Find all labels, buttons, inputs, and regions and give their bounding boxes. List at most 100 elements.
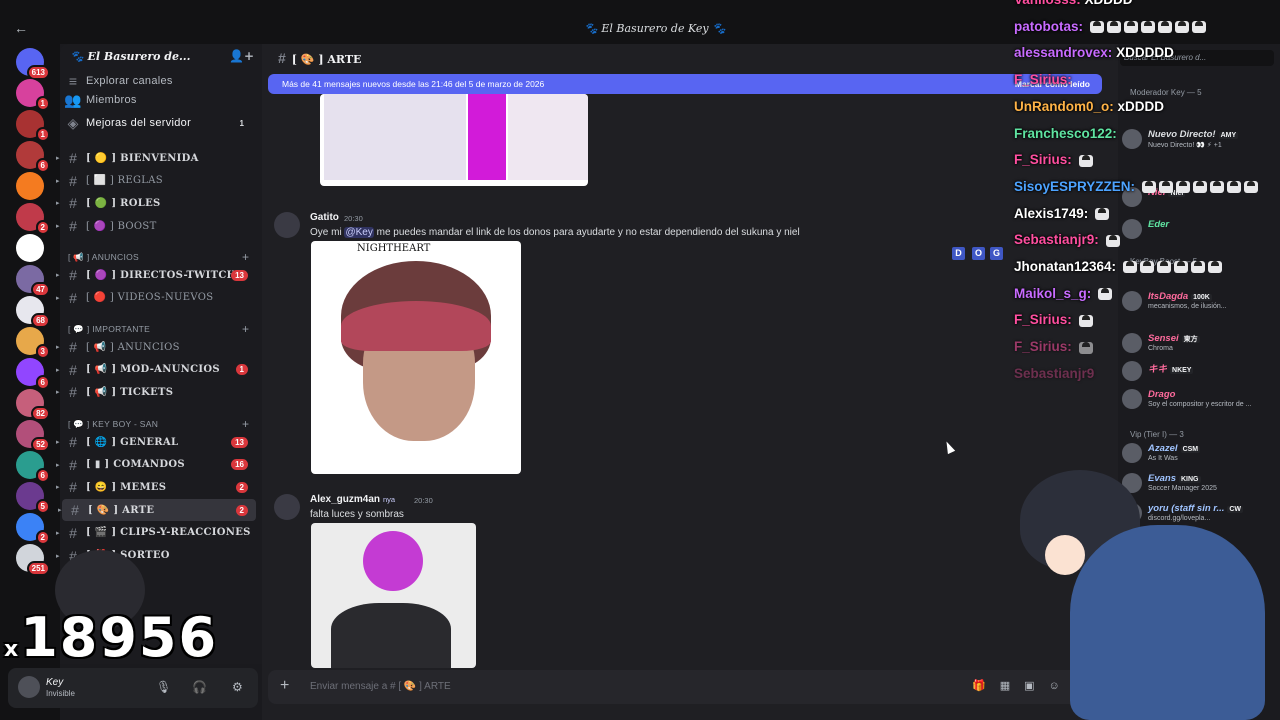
message-author[interactable]: Gatito (310, 212, 339, 223)
caret-icon: ▸ (56, 552, 60, 560)
member-tag: KING (1179, 476, 1201, 483)
message-input[interactable]: Enviar mensaje a # [ 🎨 ] ARTE (310, 681, 451, 692)
member-status: discord.gg/lovepla... (1148, 515, 1211, 522)
chat-area: # [ 🎨 ] ARTE Más de 41 mensajes nuevos de… (262, 44, 1120, 720)
channel-label: [ 🎨 ] ARTE (88, 504, 155, 516)
category-keyboy[interactable]: [ 💬 ] KEY BOY - SAN + (68, 417, 249, 431)
caret-icon: ▸ (56, 439, 60, 446)
channel-boost[interactable]: ▸ # [ 🟣 ] BOOST (56, 215, 256, 237)
members-link[interactable]: 👥 Miembros (60, 89, 256, 111)
category-importante[interactable]: [ 💬 ] IMPORTANTE + (68, 322, 249, 336)
channel-roles[interactable]: ▸ # [ 🟢 ] ROLES (56, 192, 256, 214)
server-icon[interactable]: 52 (16, 420, 50, 452)
server-icon[interactable]: 82 (16, 389, 50, 421)
new-messages-text: Más de 41 mensajes nuevos desde las 21:4… (282, 79, 545, 89)
channel-bienvenida[interactable]: ▸ # [ 🟡 ] BIENVENIDA (56, 147, 256, 169)
overlay-chat-line: Franchesco122: (1014, 126, 1117, 141)
user-mention[interactable]: @Key (344, 227, 374, 238)
add-channel-icon[interactable]: + (242, 322, 249, 336)
channel-comandos[interactable]: ▸ # [ ▮ ] COMANDOS 16 (56, 454, 256, 476)
chat-username: F_Sirius: (1014, 72, 1072, 88)
server-icon[interactable]: 6 (16, 451, 50, 483)
channel-clips-y-reacciones[interactable]: ▸ # [ 🎬 ] CLIPS-Y-REACCIONES (56, 522, 256, 544)
channel-label: [ 🟣 ] DIRECTOS-TWITCH (86, 269, 237, 281)
overlay-chat-line: F_Sirius: (1014, 339, 1093, 354)
message-author[interactable]: Alex_guzm4an (310, 494, 380, 505)
member-item[interactable]: yoru (staff sin r... CW discord.gg/lovepla… (1118, 500, 1278, 526)
server-icon[interactable]: 3 (16, 327, 50, 359)
server-icon[interactable]: 1 (16, 110, 50, 142)
server-icon[interactable]: 6 (16, 358, 50, 390)
server-icon[interactable]: 2 (16, 513, 50, 545)
member-item[interactable]: Evans KING Soccer Manager 2025 (1118, 470, 1278, 496)
caret-icon: ▸ (56, 155, 60, 162)
hash-icon: # (69, 479, 77, 496)
chat-message: XDDDD (1085, 0, 1133, 7)
overlay-chat-line: Sebastianjr9 (1014, 366, 1094, 381)
chat-message: xDDDD (1117, 98, 1165, 114)
add-attachment-icon[interactable]: + (280, 677, 289, 695)
emote-icon (1122, 261, 1137, 274)
server-icon[interactable]: 613 (16, 48, 50, 80)
server-icon[interactable] (16, 172, 44, 200)
server-icon[interactable] (16, 234, 44, 262)
channel-label: [ 📢 ] TICKETS (86, 386, 174, 398)
channel-arte[interactable]: ▸ # [ 🎨 ] ARTE 2 (58, 499, 256, 522)
avatar[interactable] (274, 494, 300, 520)
attached-image[interactable]: NIGHTHEART (311, 241, 521, 474)
server-icon[interactable]: 47 (16, 265, 50, 297)
member-name: Nuevo Directo! AMY (1148, 129, 1239, 140)
emote-icon (1106, 21, 1121, 34)
channel-reglas[interactable]: ▸ # [ ⬜ ] REGLAS (56, 170, 256, 192)
channel-directos-twitch[interactable]: ▸ # [ 🟣 ] DIRECTOS-TWITCH 13 (56, 264, 256, 286)
add-user-icon[interactable]: 👤+ (229, 49, 254, 63)
member-section: Vip (Tier I) — 3 (1130, 430, 1184, 439)
member-tag: CW (1227, 506, 1244, 513)
avatar[interactable] (18, 676, 40, 698)
user-status: Invisible (46, 689, 75, 698)
channel-memes[interactable]: ▸ # [ 😄 ] MEMES 2 (56, 476, 256, 498)
headphones-icon[interactable]: 🎧 (192, 680, 207, 694)
emote-icon (1173, 261, 1188, 274)
avatar[interactable] (274, 212, 300, 238)
chat-username: Sebastianjr9 (1014, 365, 1095, 381)
emote-icon (1139, 261, 1154, 274)
overlay-chat-line: UnRandom0_o: xDDDD (1014, 99, 1164, 114)
add-channel-icon[interactable]: + (242, 417, 249, 431)
category-anuncios[interactable]: [ 📢 ] ANUNCIOS + (68, 250, 249, 264)
channel-general[interactable]: ▸ # [ 🌐 ] GENERAL 13 (56, 431, 256, 453)
caret-icon: ▸ (58, 507, 62, 515)
composer-tools[interactable]: 🎁▦▣☺ (972, 679, 1074, 692)
guild-header[interactable]: 🐾 El Basurero de... 👤+ (60, 44, 262, 70)
server-icon[interactable]: 2 (16, 203, 50, 235)
unread-badge: 6 (35, 468, 50, 483)
server-icon[interactable]: 5 (16, 482, 50, 514)
new-messages-bar[interactable]: Más de 41 mensajes nuevos desde las 21:4… (268, 74, 1102, 94)
unread-badge: 5 (35, 499, 50, 514)
overlay-chat-line: F_Sirius: (1014, 312, 1093, 327)
caret-icon: ▸ (56, 484, 60, 492)
gear-icon[interactable]: ⚙ (232, 680, 243, 694)
channel-tickets[interactable]: ▸ # [ 📢 ] TICKETS (56, 381, 256, 403)
server-icon[interactable]: 6 (16, 141, 50, 173)
server-boosts-link[interactable]: ◈ Mejoras del servidor 1 (60, 112, 256, 134)
server-icon[interactable]: 1 (16, 79, 50, 111)
hash-icon: # (69, 456, 77, 473)
server-icon[interactable]: 251 (16, 544, 50, 576)
unread-badge: 1 (35, 127, 50, 142)
add-channel-icon[interactable]: + (242, 250, 249, 264)
channel-anuncios[interactable]: ▸ # [ 📢 ] ANUNCIOS (56, 336, 256, 358)
overlay-chat-line: alessandrovex: XDDDDD (1014, 45, 1174, 60)
attached-image[interactable] (311, 523, 476, 668)
back-arrow-icon[interactable]: ← (14, 20, 28, 36)
member-tag: CSM (1180, 446, 1201, 453)
streamer-avatar-body (1070, 525, 1265, 720)
member-item[interactable]: Azazel CSM As It Was (1118, 440, 1278, 466)
channel-videos-nuevos[interactable]: ▸ # [ 🔴 ] VIDEOS-NUEVOS (56, 287, 256, 309)
previous-image[interactable] (320, 94, 588, 186)
member-status: Nuevo Directo! 👀 ⚡ +1 (1148, 142, 1222, 149)
message-composer[interactable]: + Enviar mensaje a # [ 🎨 ] ARTE 🎁▦▣☺ (268, 670, 1118, 704)
channel-mod-anuncios[interactable]: ▸ # [ 📢 ] MOD-ANUNCIOS 1 (56, 359, 256, 381)
microphone-icon[interactable]: 🎙 (156, 680, 171, 694)
server-icon[interactable]: 68 (16, 296, 50, 328)
